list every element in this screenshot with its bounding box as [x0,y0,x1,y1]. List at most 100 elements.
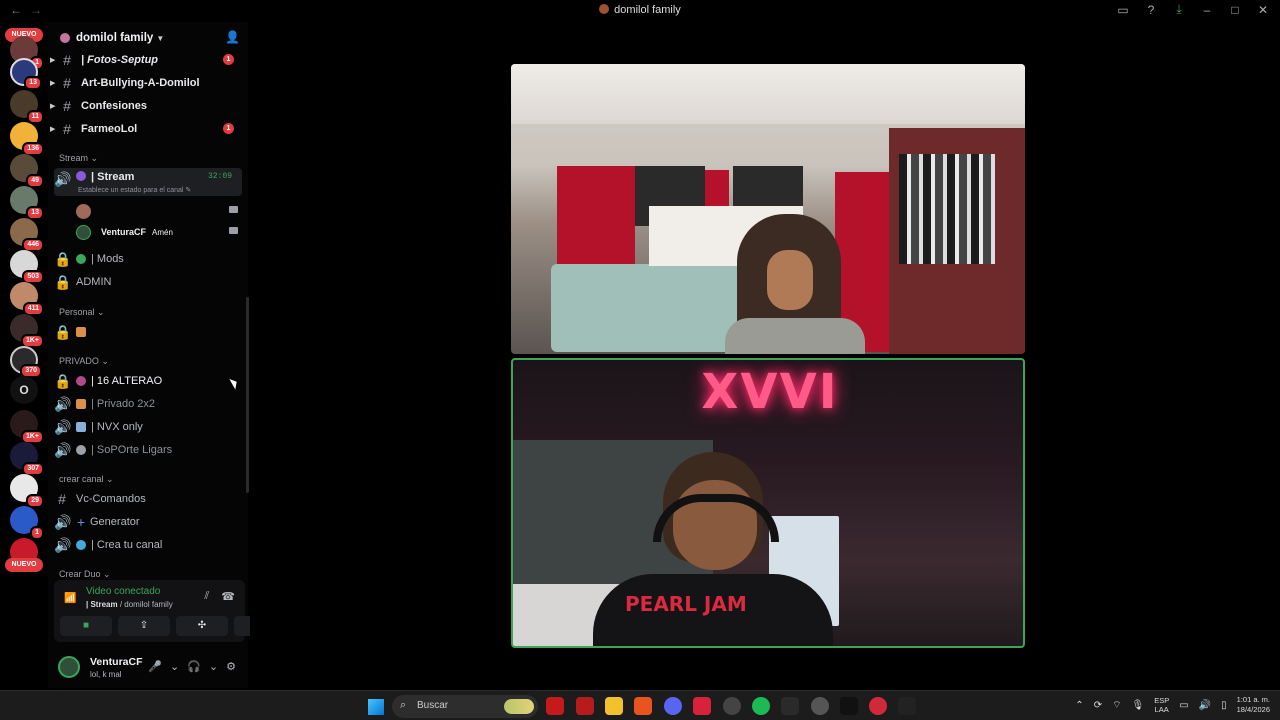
shirt-text: PEARL JAM [625,592,747,616]
help-icon[interactable]: ? [1144,3,1158,17]
server-icon[interactable]: 1 [10,506,44,540]
minimize-icon[interactable]: – [1200,3,1214,17]
server-icon[interactable]: 446 [10,218,44,252]
add-member-icon[interactable]: 👤 [225,30,240,44]
server-icon [60,33,70,43]
disconnect-icon[interactable]: ☎ [221,590,235,603]
channel-confesiones[interactable]: ▶ # Confesiones [50,96,242,116]
channel-vc-comandos[interactable]: # Vc-Comandos [54,489,242,509]
channel-nvx[interactable]: 🔊 | NVX only [54,417,242,437]
epic-games-icon[interactable] [898,697,916,715]
server-icon[interactable]: 503 [10,250,44,284]
screen-share-button[interactable]: ⇪ [118,616,170,636]
microphone-icon[interactable]: 🎤 [148,660,162,673]
voice-user[interactable] [76,202,242,220]
category-crear-duo[interactable]: Crear Duo ⌄ [59,569,111,580]
gift-icon [76,327,86,337]
download-icon[interactable]: ⤓ [1172,2,1186,17]
discord-icon[interactable] [664,697,682,715]
channel-alterao[interactable]: 🔒 | 16 ALTERAO [54,371,242,391]
chevron-down-icon[interactable]: ⌄ [170,660,179,673]
spotify-icon[interactable] [752,697,770,715]
voice-status[interactable]: Video conectado [86,586,160,597]
server-icon[interactable]: 136 [10,122,44,156]
app-icon[interactable] [781,697,799,715]
channel-farmeo[interactable]: ▶ # FarmeoLol 1 [50,119,242,139]
video-tile-active[interactable]: XVVI PEARL JAM [511,358,1025,648]
server-icon[interactable]: 1K+ [10,314,44,348]
noise-suppression-icon[interactable]: ⫽ [204,590,209,603]
acrobat-icon[interactable] [576,697,594,715]
file-explorer-icon[interactable] [605,697,623,715]
opera-icon[interactable] [693,697,711,715]
channel-admin[interactable]: 🔒 ADMIN [54,272,242,292]
start-button[interactable] [368,699,384,715]
brave-icon[interactable] [634,697,652,715]
app-icon[interactable] [869,697,887,715]
channel-crea[interactable]: 🔊 | Crea tu canal [54,535,242,555]
volume-icon[interactable]: 🔊 [1199,700,1211,711]
server-icon[interactable]: 49 [10,154,44,188]
settings-icon[interactable] [723,697,741,715]
chevron-down-icon[interactable]: ⌄ [209,660,218,673]
server-icon[interactable]: 29 [10,474,44,508]
category-stream[interactable]: Stream ⌄ [59,153,98,164]
battery-icon[interactable]: ▯ [1221,700,1227,711]
server-header[interactable]: domilol family ▼ 👤 [48,28,248,48]
server-icon[interactable]: 11 [10,90,44,124]
channel-status[interactable]: Establece un estado para el canal ✎ [78,186,191,194]
video-stage: XVVI PEARL JAM [250,22,1280,688]
text-channel-icon: # [63,75,71,91]
user-panel: VenturaCF lol, k mal 🎤 ⌄ 🎧 ⌄ ⚙ [48,648,248,688]
microphone-icon[interactable]: 🎙 [1131,700,1144,711]
server-icon[interactable]: 307 [10,442,44,476]
server-icon[interactable]: 370 [10,346,42,378]
gear-icon[interactable]: ⚙ [226,660,236,673]
channel-fotos[interactable]: ▶ # | Fotos-Septup 1 [50,50,242,70]
category-crear-canal[interactable]: crear canal ⌄ [59,474,114,485]
video-tile[interactable] [511,64,1025,354]
video-scene [511,64,1025,124]
channel-generator[interactable]: 🔊 + Generator [54,512,242,532]
clock[interactable]: 1:01 a. m. 18/4/2026 [1237,695,1270,715]
channel-mods[interactable]: 🔒 | Mods [54,249,242,269]
avatar[interactable] [58,656,80,678]
plus-icon: + [76,514,86,530]
channel-art[interactable]: ▶ # Art-Bullying-A-Domilol [50,73,242,93]
voice-user[interactable]: VenturaCF Amén [76,223,242,241]
inbox-icon[interactable]: ▭ [1116,3,1130,17]
search-highlight-icon [504,699,534,714]
category-personal[interactable]: Personal ⌄ [59,307,105,318]
maximize-icon[interactable]: □ [1228,3,1242,17]
app-icon[interactable] [840,697,858,715]
server-icon[interactable]: 13 [10,58,42,90]
server-icon[interactable]: 411 [10,282,44,316]
language-indicator[interactable]: ESP LAA [1154,696,1169,714]
close-icon[interactable]: ✕ [1256,3,1270,17]
channel-soporte[interactable]: 🔊 | SoPOrte Ligars [54,440,242,460]
app-icon[interactable] [811,697,829,715]
sidebar-scrollbar[interactable] [246,297,249,493]
channel-personal[interactable]: 🔒 [54,322,242,342]
window-controls: ▭ ? ⤓ – □ ✕ [1116,2,1270,17]
signal-icon: 📶 [64,593,77,604]
voice-channel-link[interactable]: | Stream / domilol family [86,600,173,609]
chevron-up-icon[interactable]: ⌃ [1075,700,1083,711]
activities-button[interactable]: ✣ [176,616,228,636]
camera-button[interactable]: ■ [60,616,112,636]
video-person [725,318,865,354]
sync-icon[interactable]: ⟳ [1094,700,1102,711]
chevron-right-icon: ▶ [50,103,56,110]
server-icon[interactable]: 1K+ [10,410,44,444]
headphones-icon[interactable]: 🎧 [187,660,201,673]
category-privado[interactable]: PRIVADO ⌄ [59,356,109,367]
network-icon[interactable]: ⌔ [1112,699,1121,712]
channel-privado2x2[interactable]: 🔊 | Privado 2x2 [54,394,242,414]
server-icon[interactable]: 13 [10,186,44,220]
channel-emoji-icon [76,171,86,181]
server-icon[interactable]: O [10,376,38,404]
lock-icon: 🔒 [54,250,72,267]
youtube-icon[interactable] [546,697,564,715]
search-box[interactable]: ⌕ Buscar [392,695,538,718]
display-icon[interactable]: ▭ [1179,700,1188,711]
